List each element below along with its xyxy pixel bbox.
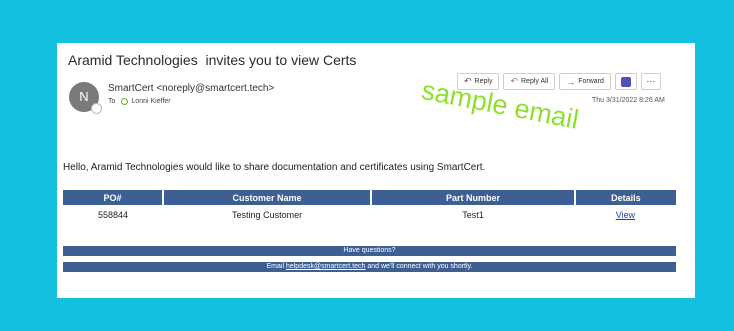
table-header-row: PO# Customer Name Part Number Details [63,190,676,205]
presence-icon [121,98,129,105]
questions-banner: Have questions? [63,246,676,256]
recipient-line: To Lonni Kieffer [108,98,171,105]
header-customer: Customer Name [163,190,373,205]
teams-button[interactable] [614,73,637,90]
teams-icon [620,76,631,87]
received-timestamp: Thu 3/31/2022 8:26 AM [592,97,665,104]
forward-label: Forward [578,78,604,85]
greeting-text: Hello, Aramid Technologies would like to… [63,162,486,173]
header-details: Details [574,190,676,205]
contact-banner: Email helpdesk@smartcert.tech and we'll … [63,262,676,272]
cell-details: View [575,205,676,225]
reply-icon: ↶ [464,76,472,86]
recipient-name[interactable]: Lonni Kieffer [131,98,170,105]
forward-icon: → [566,76,576,87]
reply-label: Reply [474,78,493,85]
certs-table: PO# Customer Name Part Number Details 55… [63,190,676,225]
email-subject: Aramid Technologies invites you to view … [68,52,357,68]
reply-all-button[interactable]: ↶ Reply All [503,73,556,90]
sender-address[interactable]: SmartCert <noreply@smartcert.tech> [108,83,274,94]
header-part: Part Number [371,190,576,205]
cell-part: Test1 [462,210,484,220]
avatar-status-icon [91,103,102,114]
message-actions: ↶ Reply ↶ Reply All → Forward ··· [457,73,661,90]
contact-prefix: Email [266,263,286,270]
reply-button[interactable]: ↶ Reply [457,73,500,90]
more-actions-button[interactable]: ··· [640,73,661,90]
helpdesk-email-link[interactable]: helpdesk@smartcert.tech [286,263,365,270]
to-label: To [108,98,116,105]
table-row: 558844 Testing Customer Test1 View [63,205,676,225]
header-po: PO# [63,190,165,205]
cell-customer: Testing Customer [232,210,303,220]
email-card: Aramid Technologies invites you to view … [57,43,695,298]
cell-po: 558844 [98,210,129,220]
view-link[interactable]: View [616,210,635,220]
forward-button[interactable]: → Forward [559,73,611,90]
contact-suffix: and we'll connect with you shortly. [365,263,473,270]
reply-all-icon: ↶ [510,76,518,86]
reply-all-label: Reply All [521,78,549,85]
